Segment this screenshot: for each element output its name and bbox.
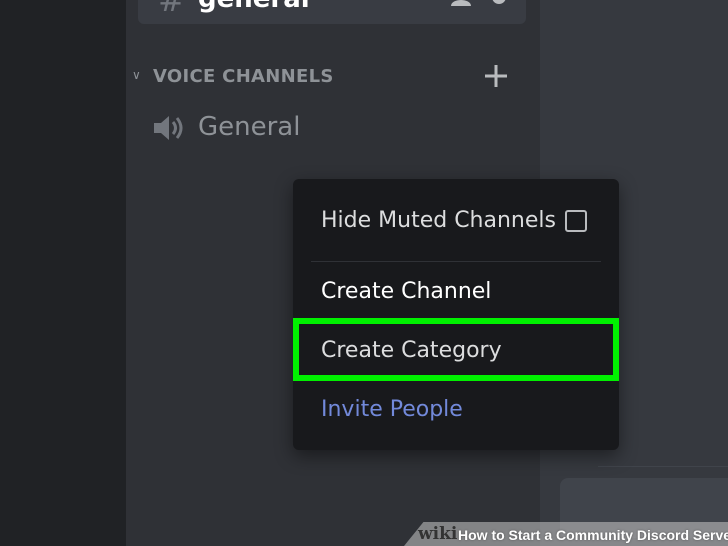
menu-item-label: Invite People xyxy=(321,397,463,422)
create-invite-icon[interactable] xyxy=(450,0,472,6)
menu-item-label: Create Channel xyxy=(321,279,492,304)
watermark-title-bold: How xyxy=(458,527,488,543)
context-menu: Hide Muted Channels Create Channel Creat… xyxy=(293,179,619,450)
voice-channel-general[interactable]: General xyxy=(150,108,520,148)
watermark-brand: wiki xyxy=(418,524,458,544)
highlight-box xyxy=(293,318,619,381)
gear-icon[interactable] xyxy=(488,0,510,6)
menu-item-create-channel[interactable]: Create Channel xyxy=(321,278,491,306)
plus-icon[interactable] xyxy=(484,64,508,88)
watermark: wiki How to Start a Community Discord Se… xyxy=(404,522,728,546)
chat-divider xyxy=(598,466,728,467)
chevron-down-icon[interactable]: ∨ xyxy=(132,68,146,82)
watermark-title: How to Start a Community Discord Server xyxy=(458,526,728,544)
text-channel-name: general xyxy=(198,0,310,12)
menu-item-hide-muted[interactable]: Hide Muted Channels xyxy=(321,207,556,235)
menu-item-label: Hide Muted Channels xyxy=(321,208,556,233)
hide-muted-checkbox[interactable] xyxy=(565,210,587,232)
voice-channels-category[interactable]: ∨ VOICE CHANNELS xyxy=(132,64,512,90)
menu-divider xyxy=(311,261,601,262)
speaker-icon xyxy=(154,116,183,140)
server-list-strip xyxy=(0,0,126,546)
hash-icon: # xyxy=(158,0,185,19)
voice-channel-name: General xyxy=(198,112,301,142)
menu-item-invite-people[interactable]: Invite People xyxy=(321,396,463,424)
category-label: VOICE CHANNELS xyxy=(153,66,334,87)
text-channel-general[interactable]: # general xyxy=(138,0,526,24)
watermark-title-rest: to Start a Community Discord Server xyxy=(487,527,728,543)
